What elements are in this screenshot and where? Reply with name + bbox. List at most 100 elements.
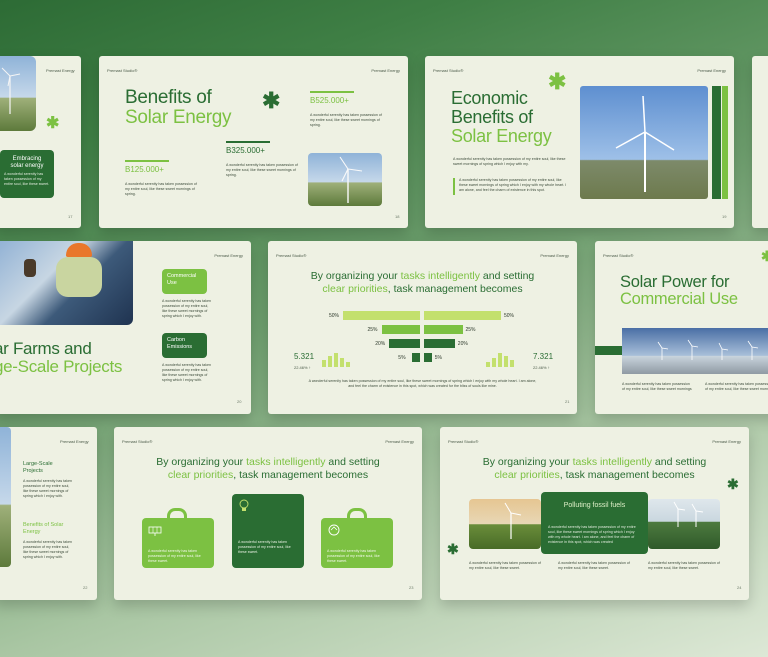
turbine-photo — [308, 153, 382, 206]
stat-bar-3 — [125, 160, 169, 162]
turbine-illustration — [1, 67, 21, 114]
heading-part: and setting — [651, 456, 707, 468]
title-line-2: Benefits of — [451, 106, 533, 127]
left-bar — [343, 311, 420, 320]
right-bar — [424, 339, 455, 348]
left-bar — [381, 325, 420, 334]
heading-part: By organizing your — [310, 270, 401, 282]
stat-para-3: A wonderful serenity has taken possessio… — [125, 182, 197, 196]
slide-partial-right-top[interactable] — [752, 56, 768, 228]
left-bar-label: 25% — [367, 327, 378, 333]
heading-highlight: tasks intelligently — [572, 456, 652, 468]
product-label: Premast Energy — [60, 439, 89, 444]
right-bar — [424, 353, 432, 362]
slide-task-bags[interactable]: Premast Studio® Premast Energy By organi… — [114, 427, 422, 600]
callout-text: Embracing solar energy — [10, 156, 44, 169]
left-bar-label: 20% — [375, 341, 386, 347]
carbon-emissions-box: Carbon Emissions — [162, 333, 207, 358]
carbon-emissions-para: A wonderful serenity has taken possessio… — [162, 363, 211, 382]
slide-economic[interactable]: Premast Studio® Premast Energy ✱ Economi… — [425, 56, 734, 228]
slide-projects[interactable]: Premast Energy Large-Scale Projects A wo… — [0, 427, 97, 600]
heading-part: , task management becomes — [387, 283, 523, 295]
product-label: Premast Energy — [385, 439, 414, 444]
slide-title: Economic Benefits of Solar Energy — [451, 88, 552, 146]
recycle-icon — [328, 524, 340, 536]
title-line-1: Economic — [451, 88, 528, 108]
title-line-2: ge-Scale Projects — [0, 357, 122, 376]
fossil-card: Polluting fossil fuels A wonderful seren… — [541, 492, 648, 554]
left-stat-sub: 22.46% ↑ — [294, 365, 311, 370]
heading-part: By organizing your — [482, 456, 573, 468]
brand-label: Premast Energy — [46, 68, 75, 73]
heading-part: , task management becomes — [233, 469, 369, 481]
title-line-1: Solar Power for — [620, 273, 730, 291]
slide-title: ar Farms and ge-Scale Projects — [0, 340, 122, 376]
bag-para-2: A wonderful serenity has taken possessio… — [238, 540, 291, 554]
stat-value-3: B125.000+ — [125, 165, 164, 174]
caption-para-1: A wonderful serenity has taken possessio… — [469, 561, 541, 570]
slide-fossil-fuels[interactable]: Premast Studio® Premast Energy By organi… — [440, 427, 749, 600]
stat-value-1: B525.000+ — [310, 96, 349, 105]
right-stat-sub: 22.46% ↑ — [533, 365, 550, 370]
right-bar — [424, 325, 463, 334]
item-title-1: Large-Scale Projects — [23, 461, 53, 474]
slide-commercial-use[interactable]: Premast Studio® ✱ Solar Power for Commer… — [595, 241, 768, 414]
turbine-illustration — [339, 156, 363, 203]
callout-para: A wonderful serenity has taken possessio… — [4, 172, 50, 186]
brand-label: Premast Studio® — [603, 253, 634, 258]
turbine-photo — [0, 427, 11, 567]
right-bar-label: 20% — [457, 341, 468, 347]
mini-bars-left — [322, 353, 350, 367]
right-bar-label: 25% — [465, 327, 476, 333]
caption-para-2: A wonderful serenity has taken possessio… — [705, 382, 768, 391]
left-bar-label: 5% — [398, 355, 406, 361]
product-label: Premast Energy — [712, 439, 741, 444]
quote-para: A wonderful serenity has taken possessio… — [459, 178, 567, 192]
slide-task-bars[interactable]: Premast Studio® Premast Energy By organi… — [268, 241, 577, 414]
title-line-2: Solar Energy — [125, 106, 232, 128]
brand-label: Premast Studio® — [448, 439, 479, 444]
bag-para-1: A wonderful serenity has taken possessio… — [148, 549, 201, 563]
item-para-2: A wonderful serenity has taken possessio… — [23, 540, 72, 559]
asterisk-icon: ✱ — [761, 248, 768, 264]
product-label: Premast Energy — [371, 68, 400, 73]
asterisk-icon: ✱ — [46, 115, 60, 132]
right-bar-label: 50% — [504, 313, 515, 319]
quote-rule — [453, 178, 455, 195]
turbine-illustration — [504, 502, 522, 539]
turbine-illustration — [673, 501, 704, 527]
page-number: 23 — [409, 585, 414, 590]
product-label: Premast Energy — [214, 253, 243, 258]
heading-highlight: tasks intelligently — [246, 456, 326, 468]
carbon-emissions-label: Carbon Emissions — [167, 337, 193, 350]
turbine-photo — [0, 56, 36, 131]
turbines-photo — [622, 328, 768, 374]
product-label: Premast Energy — [697, 68, 726, 73]
brand-label: Premast Studio® — [433, 68, 464, 73]
brand-label: Premast Studio® — [107, 68, 138, 73]
slide-heading: By organizing your tasks intelligently a… — [124, 456, 412, 482]
heading-part: and setting — [479, 270, 535, 282]
turbine-photo — [580, 86, 708, 199]
slide-benefits[interactable]: Premast Studio® Premast Energy Benefits … — [99, 56, 408, 228]
title-line-2: Commercial Use — [620, 290, 738, 309]
slide-solar-farms[interactable]: Premast Energy Commercial Use A wonderfu… — [0, 241, 251, 414]
slide-title: Solar Power for Commercial Use — [620, 273, 738, 309]
stat-bar-1 — [310, 91, 354, 93]
asterisk-icon: ✱ — [262, 88, 281, 113]
helmet-shape — [66, 243, 92, 257]
callout-box: Embracing solar energy A wonderful seren… — [0, 150, 54, 198]
fossil-card-title: Polluting fossil fuels — [563, 502, 626, 509]
slide-title: Benefits of Solar Energy — [125, 88, 232, 128]
slide-heading: By organizing your tasks intelligently a… — [278, 270, 567, 296]
page-number: 18 — [395, 214, 400, 219]
stat-value-2: B325.000+ — [226, 146, 265, 155]
left-stat: 5.321 — [294, 352, 315, 361]
right-bar-label: 5% — [434, 355, 442, 361]
brand-label: Premast Studio® — [122, 439, 153, 444]
caption-para-3: A wonderful serenity has taken possessio… — [648, 561, 720, 570]
slide-embracing[interactable]: Premast Energy ✱ Embracing solar energy … — [0, 56, 81, 228]
heading-part: , task management becomes — [559, 469, 695, 481]
bag-para-3: A wonderful serenity has taken possessio… — [327, 549, 380, 563]
heading-highlight: clear priorities — [494, 469, 560, 481]
